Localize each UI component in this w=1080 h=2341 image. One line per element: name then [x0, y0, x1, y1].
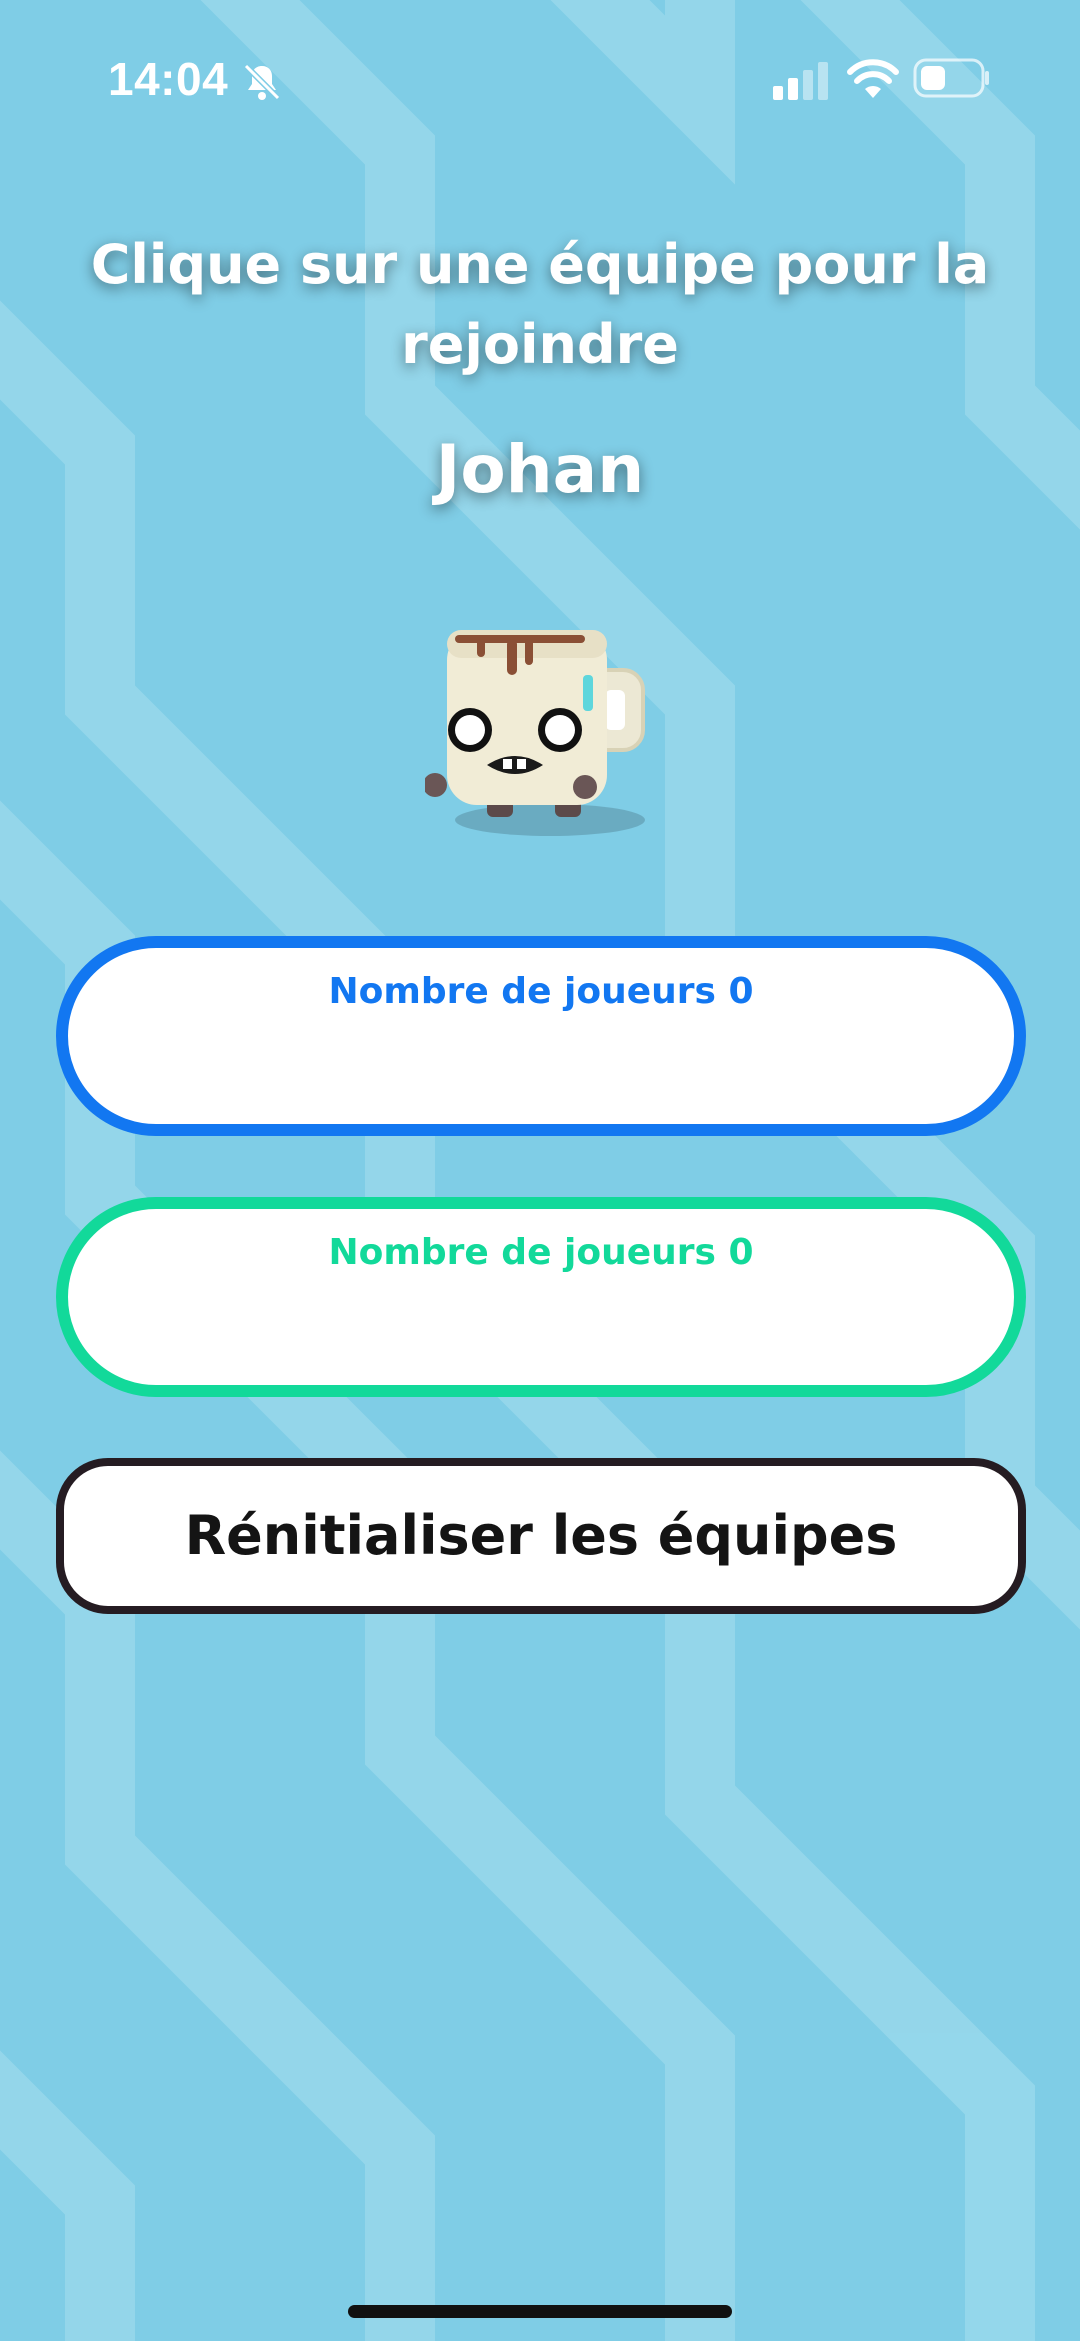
team-green-player-count: Nombre de joueurs 0 [328, 1232, 754, 1273]
status-time: 14:04 [108, 53, 229, 105]
cellular-signal-icon [773, 62, 828, 100]
battery-icon [913, 58, 989, 98]
bell-slash-icon [243, 63, 281, 101]
team-blue-button[interactable]: Nombre de joueurs 0 [56, 936, 1026, 1136]
reset-teams-button[interactable]: Rénitialiser les équipes [56, 1458, 1026, 1614]
team-blue-player-count: Nombre de joueurs 0 [328, 971, 754, 1012]
home-indicator[interactable] [348, 2305, 732, 2318]
team-green-button[interactable]: Nombre de joueurs 0 [56, 1197, 1026, 1397]
status-bar: 14:04 [0, 0, 1080, 160]
wifi-icon [847, 59, 899, 98]
mug-character-avatar [425, 630, 645, 836]
player-name: Johan [435, 431, 645, 508]
page-title: Clique sur une équipe pour la rejoindre [90, 233, 990, 376]
